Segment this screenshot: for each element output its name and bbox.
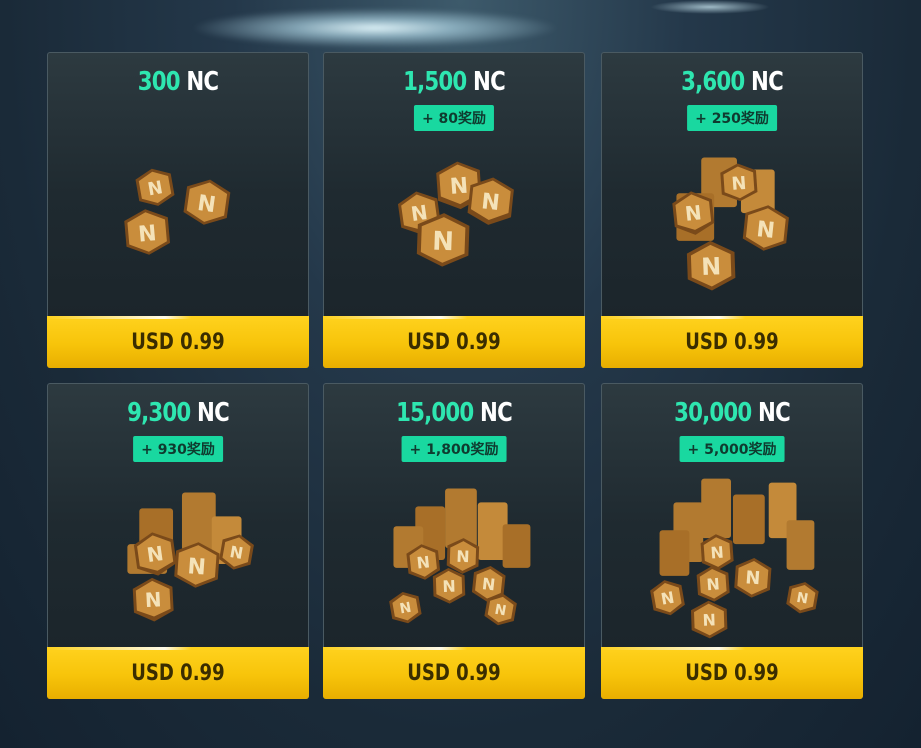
- buy-button[interactable]: USD 0.99: [601, 647, 863, 699]
- svg-text:N: N: [196, 191, 218, 218]
- coin-pile-small-icon: N N N N: [324, 143, 584, 313]
- svg-text:N: N: [480, 189, 501, 216]
- bonus-badge: + 250奖励: [687, 105, 777, 131]
- coin-pile-small-icon: N N N: [48, 143, 308, 313]
- nc-package-card-300[interactable]: 300 NC N N N USD 0.99: [47, 52, 309, 368]
- svg-text:N: N: [745, 567, 761, 589]
- svg-text:N: N: [137, 221, 157, 247]
- buy-button[interactable]: USD 0.99: [323, 647, 585, 699]
- svg-text:N: N: [706, 574, 721, 594]
- svg-text:N: N: [432, 226, 455, 257]
- svg-text:N: N: [442, 577, 456, 596]
- coin-pile-large-icon: N N N N N N: [602, 474, 862, 644]
- coin-pile-large-icon: N N N N N N: [324, 474, 584, 644]
- nc-package-card-3600[interactable]: 3,600 NC + 250奖励 N N N N USD 0.99: [601, 52, 863, 368]
- nc-amount: 300 NC: [137, 67, 219, 97]
- svg-text:N: N: [755, 217, 776, 244]
- buy-button[interactable]: USD 0.99: [47, 647, 309, 699]
- ceiling-light: [190, 8, 560, 48]
- bonus-badge: + 1,800奖励: [401, 436, 507, 462]
- svg-text:N: N: [731, 173, 747, 195]
- svg-text:N: N: [145, 542, 165, 567]
- svg-text:N: N: [702, 610, 716, 629]
- buy-button[interactable]: USD 0.99: [601, 316, 863, 368]
- coin-pile-medium-icon: N N N N: [602, 143, 862, 313]
- nc-amount: 30,000 NC: [674, 398, 791, 428]
- coin-pile-medium-icon: N N N N: [48, 474, 308, 644]
- buy-button[interactable]: USD 0.99: [323, 316, 585, 368]
- nc-package-card-30000[interactable]: 30,000 NC + 5,000奖励 N N N N N N USD 0.99: [601, 383, 863, 699]
- nc-package-card-1500[interactable]: 1,500 NC + 80奖励 N N N N USD 0.99: [323, 52, 585, 368]
- svg-text:N: N: [684, 201, 703, 226]
- svg-text:N: N: [187, 554, 207, 580]
- svg-text:N: N: [144, 588, 162, 612]
- nc-amount: 9,300 NC: [127, 398, 230, 428]
- buy-button[interactable]: USD 0.99: [47, 316, 309, 368]
- svg-text:N: N: [701, 252, 722, 281]
- nc-package-card-15000[interactable]: 15,000 NC + 1,800奖励 N N N N N N USD 0.99: [323, 383, 585, 699]
- nc-amount: 15,000 NC: [396, 398, 513, 428]
- bonus-badge: + 930奖励: [133, 436, 223, 462]
- svg-text:N: N: [416, 552, 431, 572]
- bonus-badge: + 80奖励: [413, 105, 495, 131]
- svg-text:N: N: [481, 574, 496, 594]
- nc-package-card-9300[interactable]: 9,300 NC + 930奖励 N N N N USD 0.99: [47, 383, 309, 699]
- nc-amount: 1,500 NC: [403, 67, 506, 97]
- svg-text:N: N: [456, 547, 470, 566]
- ceiling-light-secondary: [650, 0, 770, 14]
- svg-text:N: N: [710, 543, 725, 563]
- nc-amount: 3,600 NC: [681, 67, 784, 97]
- bonus-badge: + 5,000奖励: [679, 436, 785, 462]
- svg-text:N: N: [449, 174, 469, 200]
